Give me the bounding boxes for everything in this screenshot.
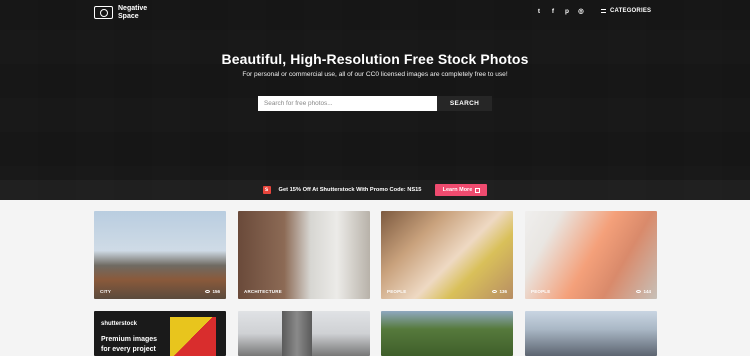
photo-views: 136 [492,289,507,294]
photo-tag[interactable]: ARCHITECTURE [244,289,282,294]
camera-icon [94,6,113,19]
twitter-icon[interactable]: t [535,8,543,16]
learn-more-label: Learn More [442,187,473,193]
search-button[interactable]: SEARCH [437,96,492,111]
photo-card[interactable]: PEOPLE 144 [525,211,657,299]
photo-tag[interactable]: PEOPLE [531,289,550,294]
shutterstock-icon: s [262,186,271,194]
facebook-icon[interactable]: f [549,8,557,16]
ad-headline-1: Premium images [101,336,158,343]
photo-tag[interactable]: PEOPLE [387,289,406,294]
search-form: SEARCH [258,96,492,111]
logo-line2: Space [118,12,139,20]
shutterstock-ad[interactable]: shutterstock Premium images for every pr… [94,311,226,356]
photo-card[interactable] [525,311,657,356]
photo-card[interactable]: CITY 156 [94,211,226,299]
building-image [282,311,312,356]
pinterest-icon[interactable]: p [563,8,571,16]
ad-headline-2: for every project [101,346,156,353]
categories-label: CATEGORIES [610,8,652,14]
learn-more-button[interactable]: Learn More [435,184,488,196]
photo-card[interactable] [238,311,370,356]
eye-icon [636,290,642,293]
hamburger-icon [601,9,606,13]
photo-card[interactable] [381,311,513,356]
promo-bar: s Get 15% Off At Shutterstock With Promo… [0,180,750,200]
promo-text: Get 15% Off At Shutterstock With Promo C… [278,187,422,193]
logo-line1: Negative [118,5,148,12]
hero-subtitle: For personal or commercial use, all of o… [242,71,508,78]
eye-icon [492,290,498,293]
ad-brand: shutterstock [101,321,138,327]
search-input[interactable] [258,96,437,111]
instagram-icon[interactable]: ◎ [577,8,585,16]
hero-banner: Negative Space t f p ◎ CATEGORIES Beauti… [0,0,750,200]
social-links: t f p ◎ [535,8,585,16]
ad-artwork [170,317,216,356]
photo-card[interactable]: PEOPLE 136 [381,211,513,299]
photo-views: 156 [205,289,220,294]
external-link-icon [475,187,481,193]
eye-icon [205,290,211,293]
photo-card[interactable]: ARCHITECTURE [238,211,370,299]
photo-tag[interactable]: CITY [100,289,111,294]
photo-views: 144 [636,289,651,294]
site-logo[interactable]: Negative Space [94,5,147,20]
hero-title: Beautiful, High-Resolution Free Stock Ph… [221,51,529,67]
categories-menu-button[interactable]: CATEGORIES [601,8,651,14]
